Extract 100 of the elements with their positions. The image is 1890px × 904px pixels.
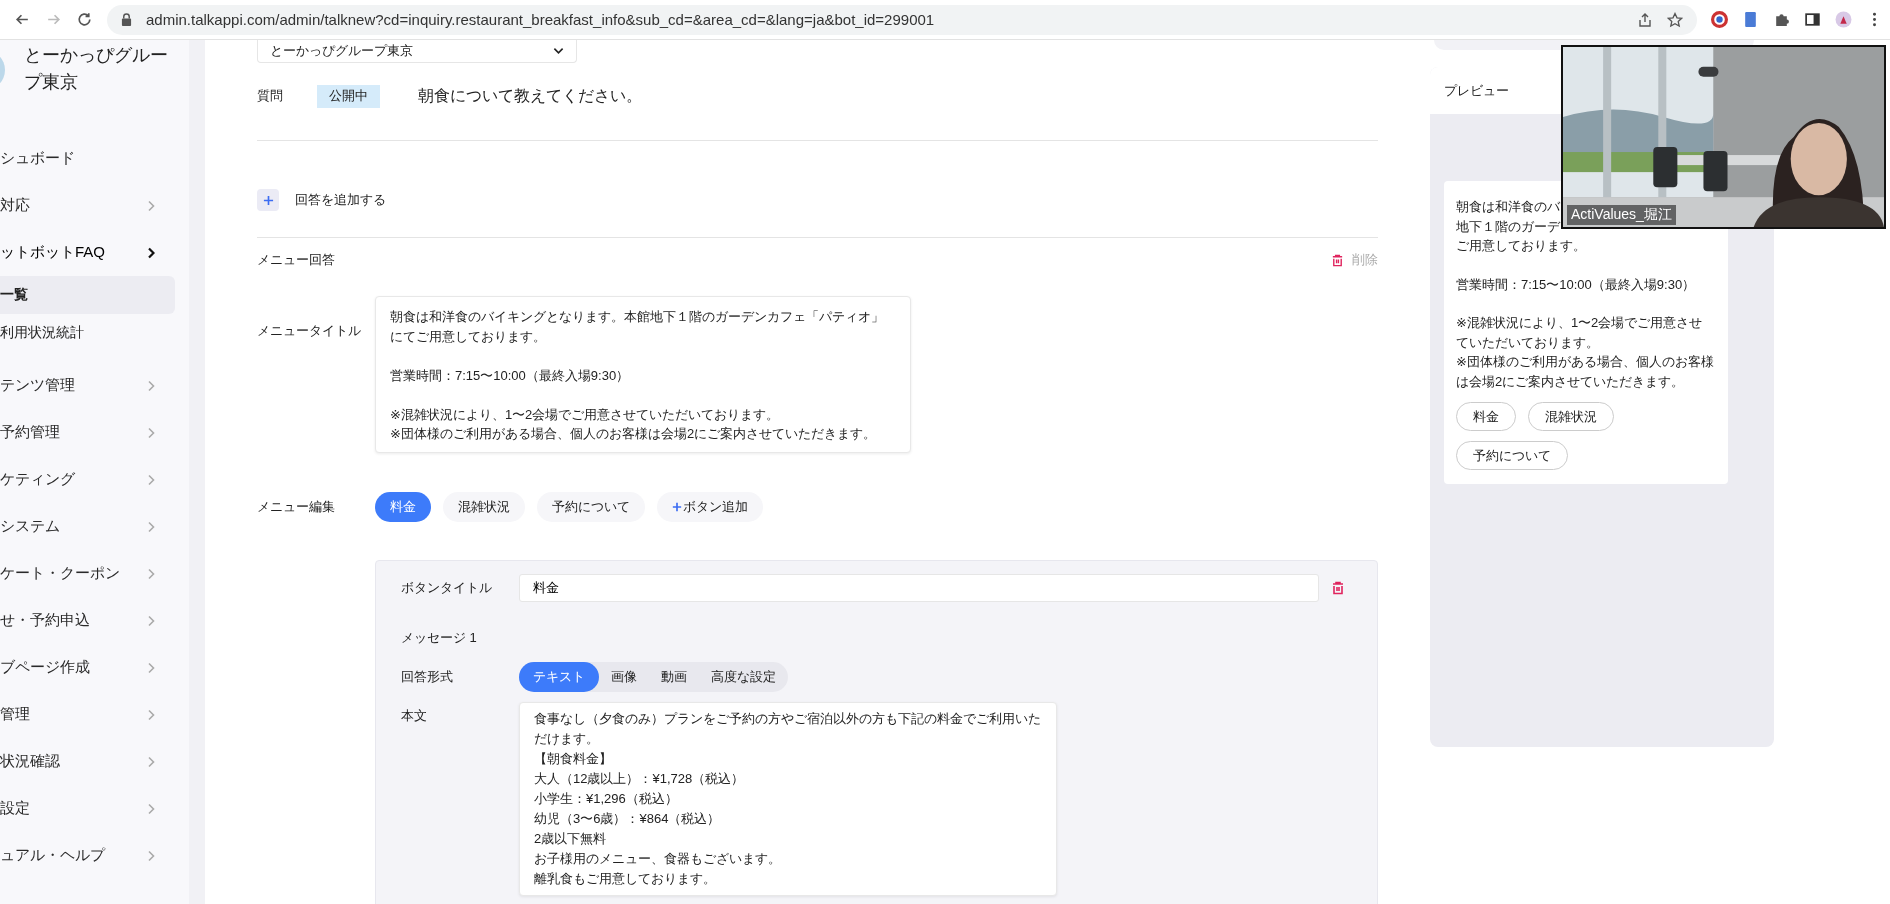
status-badge: 公開中 <box>317 84 380 108</box>
share-icon[interactable] <box>1637 11 1653 28</box>
sidebar-item[interactable]: 対応 <box>0 182 189 229</box>
sidebar-label: 対応 <box>0 196 31 215</box>
sidebar-label: 設定 <box>0 799 31 818</box>
sidebar-icon[interactable] <box>1804 11 1821 28</box>
format-tab[interactable]: 画像 <box>599 661 649 692</box>
button-title-field[interactable]: 料金 <box>519 573 1319 602</box>
chevron-icon <box>147 379 155 392</box>
sidebar-item[interactable]: システム <box>0 503 189 550</box>
bubble-text-line: ※団体様のご利用がある場合、個人のお客様 <box>1456 353 1714 371</box>
preview-chip[interactable]: 料金 <box>1456 402 1516 431</box>
sidebar-label: テンツ管理 <box>0 376 76 395</box>
avatar-icon[interactable] <box>1835 11 1852 28</box>
sidebar-item[interactable]: 状況確認 <box>0 738 189 785</box>
sidebar-label: シュボード <box>0 149 76 168</box>
sidebar-item[interactable]: シュボード <box>0 135 189 182</box>
bubble-text-line: ご用意しております。 <box>1456 237 1586 255</box>
chevron-icon <box>147 755 155 768</box>
reload-icon[interactable] <box>76 11 93 28</box>
sidebar-label: ブページ作成 <box>0 658 91 677</box>
body-field[interactable]: 食事なし（夕食のみ）プランをご予約の方やご宿泊以外の方も下記の料金でご利用いただけます。 【朝食料金】 大人（12歳以上）：¥1,728（税込） 小学生：¥1,296（税込） 幼児（3〜6歳）：¥864（税込） 2歳以下無料 お子様用のメニュー、食器もございます。 離乳食もご用意しております。 <box>519 701 1057 896</box>
format-tab[interactable]: テキスト <box>519 661 599 692</box>
bubble-text-line: ※混雑状況により、1〜2会場でご用意させ <box>1456 314 1703 332</box>
plus-icon <box>672 501 682 512</box>
chevron-icon <box>147 199 155 212</box>
office-select[interactable]: とーかっぴグループ東京 <box>257 40 577 63</box>
trash-icon[interactable] <box>1331 253 1344 267</box>
sidebar-subitem[interactable]: 利用状況統計 <box>0 314 175 352</box>
trash-icon[interactable] <box>1331 580 1345 595</box>
plus-icon <box>262 194 274 206</box>
menu-answer-label: メニュー回答 <box>257 251 335 269</box>
menu-button-tab[interactable]: 混雑状況 <box>443 491 525 522</box>
format-tab[interactable]: 動画 <box>649 661 699 692</box>
menu-button-tab[interactable]: 料金 <box>375 491 431 522</box>
bubble-text-line: は会場2にご案内させていただきます。 <box>1456 372 1685 391</box>
add-answer-button[interactable] <box>257 189 279 211</box>
preview-chip[interactable]: 予約について <box>1456 441 1568 470</box>
puzzle-icon[interactable] <box>1773 11 1790 28</box>
bubble-text-line: 地下１階のガーデ <box>1456 217 1560 236</box>
sidebar-label: ケート・クーポン <box>0 564 121 583</box>
format-tab[interactable]: 高度な設定 <box>699 661 788 692</box>
extension-icon[interactable] <box>1711 11 1728 28</box>
participant-name: ActiValues_堀江 <box>1567 205 1676 225</box>
menu-title-label: メニュータイトル <box>257 322 362 340</box>
chevron-down-icon <box>553 47 564 55</box>
sidebar-label: ュアル・ヘルプ <box>0 846 107 865</box>
button-title-label: ボタンタイトル <box>401 578 493 597</box>
chevron-icon <box>147 661 155 674</box>
field-text-line: 小学生：¥1,296（税込） <box>534 789 679 808</box>
sidebar-item[interactable]: ュアル・ヘルプ <box>0 832 189 879</box>
sidebar-subitem[interactable]: 一覧 <box>0 276 175 314</box>
bubble-text-line: 営業時間：7:15〜10:00（最終入場9:30） <box>1456 275 1696 294</box>
sidebar-item[interactable]: ットボットFAQ <box>0 229 189 276</box>
add-answer-label[interactable]: 回答を追加する <box>295 191 386 209</box>
sidebar-label: システム <box>0 517 61 536</box>
add-button-button[interactable]: ボタン追加 <box>657 491 763 522</box>
sidebar-item[interactable]: ケート・クーポン <box>0 550 189 597</box>
field-text-line: 離乳食もご用意しております。 <box>534 869 717 888</box>
field-text-line: ※団体様のご利用がある場合、個人のお客様は会場2にご案内させていただきます。 <box>390 425 877 443</box>
chevron-icon <box>147 246 155 259</box>
sidebar-item[interactable]: 設定 <box>0 785 189 832</box>
field-text-line: ※混雑状況により、1〜2会場でご用意させていただいております。 <box>390 405 780 424</box>
sidebar-item[interactable]: 管理 <box>0 691 189 738</box>
sidebar-item[interactable]: ケティング <box>0 456 189 503</box>
sidebar-item[interactable]: 予約管理 <box>0 409 189 456</box>
sidebar-label: 管理 <box>0 705 31 724</box>
document-icon[interactable] <box>1742 11 1759 28</box>
field-text-line: 【朝食料金】 <box>534 749 613 768</box>
field-text-line: 大人（12歳以上）：¥1,728（税込） <box>534 769 746 788</box>
bubble-text-line: ていただいております。 <box>1456 333 1599 352</box>
sidebar-item[interactable]: せ・予約申込 <box>0 597 189 644</box>
question-label: 質問 <box>257 87 284 105</box>
menu-edit-label: メニュー編集 <box>257 497 336 516</box>
menu-button-tab[interactable]: 予約について <box>537 491 645 522</box>
group-name: とーかっぴグループ東京 <box>24 44 169 94</box>
sidebar-label: ケティング <box>0 470 76 489</box>
chevron-icon <box>147 802 155 815</box>
address-bar[interactable]: admin.talkappi.com/admin/talknew?cd=inquiry.restaurant_breakfast_info&sub_cd=&area_cd=&lang=ja&bot_id=299001 <box>107 4 1697 35</box>
bubble-text-line: 朝食は和洋食のバ <box>1456 198 1560 216</box>
sidebar-item[interactable]: テンツ管理 <box>0 362 189 409</box>
field-text-line: 2歳以下無料 <box>534 829 608 848</box>
chevron-icon <box>147 426 155 439</box>
lock-icon <box>121 13 132 26</box>
answer-format-label: 回答形式 <box>401 667 454 686</box>
sidebar-item[interactable]: ブページ作成 <box>0 644 189 691</box>
chevron-icon <box>147 614 155 627</box>
preview-chip[interactable]: 混雑状況 <box>1528 402 1614 431</box>
chevron-icon <box>147 473 155 486</box>
field-text-line: お子様用のメニュー、食器もございます。 <box>534 849 782 868</box>
star-icon[interactable] <box>1667 11 1683 28</box>
chevron-icon <box>147 849 155 862</box>
chevron-icon <box>147 708 155 721</box>
menu-title-field[interactable]: 朝食は和洋食のバイキングとなります。本館地下１階のガーデンカフェ「パティオ」にてご用意しております。 営業時間：7:15〜10:00（最終入場9:30） ※混雑状況により、1〜2会場でご用意させていただいております。 ※団体様のご利用がある場合、個人のお客様は会場2にご案内させていただきます。 <box>375 296 911 453</box>
body-label: 本文 <box>401 706 428 725</box>
sidebar-label: せ・予約申込 <box>0 611 91 630</box>
question-text: 朝食について教えてください。 <box>418 85 642 106</box>
field-text-line: 食事なし（夕食のみ）プランをご予約の方やご宿泊以外の方も下記の料金でご利用いただけます。 <box>534 709 1042 748</box>
sidebar-label: 状況確認 <box>0 752 61 771</box>
message-label: メッセージ 1 <box>401 628 478 647</box>
